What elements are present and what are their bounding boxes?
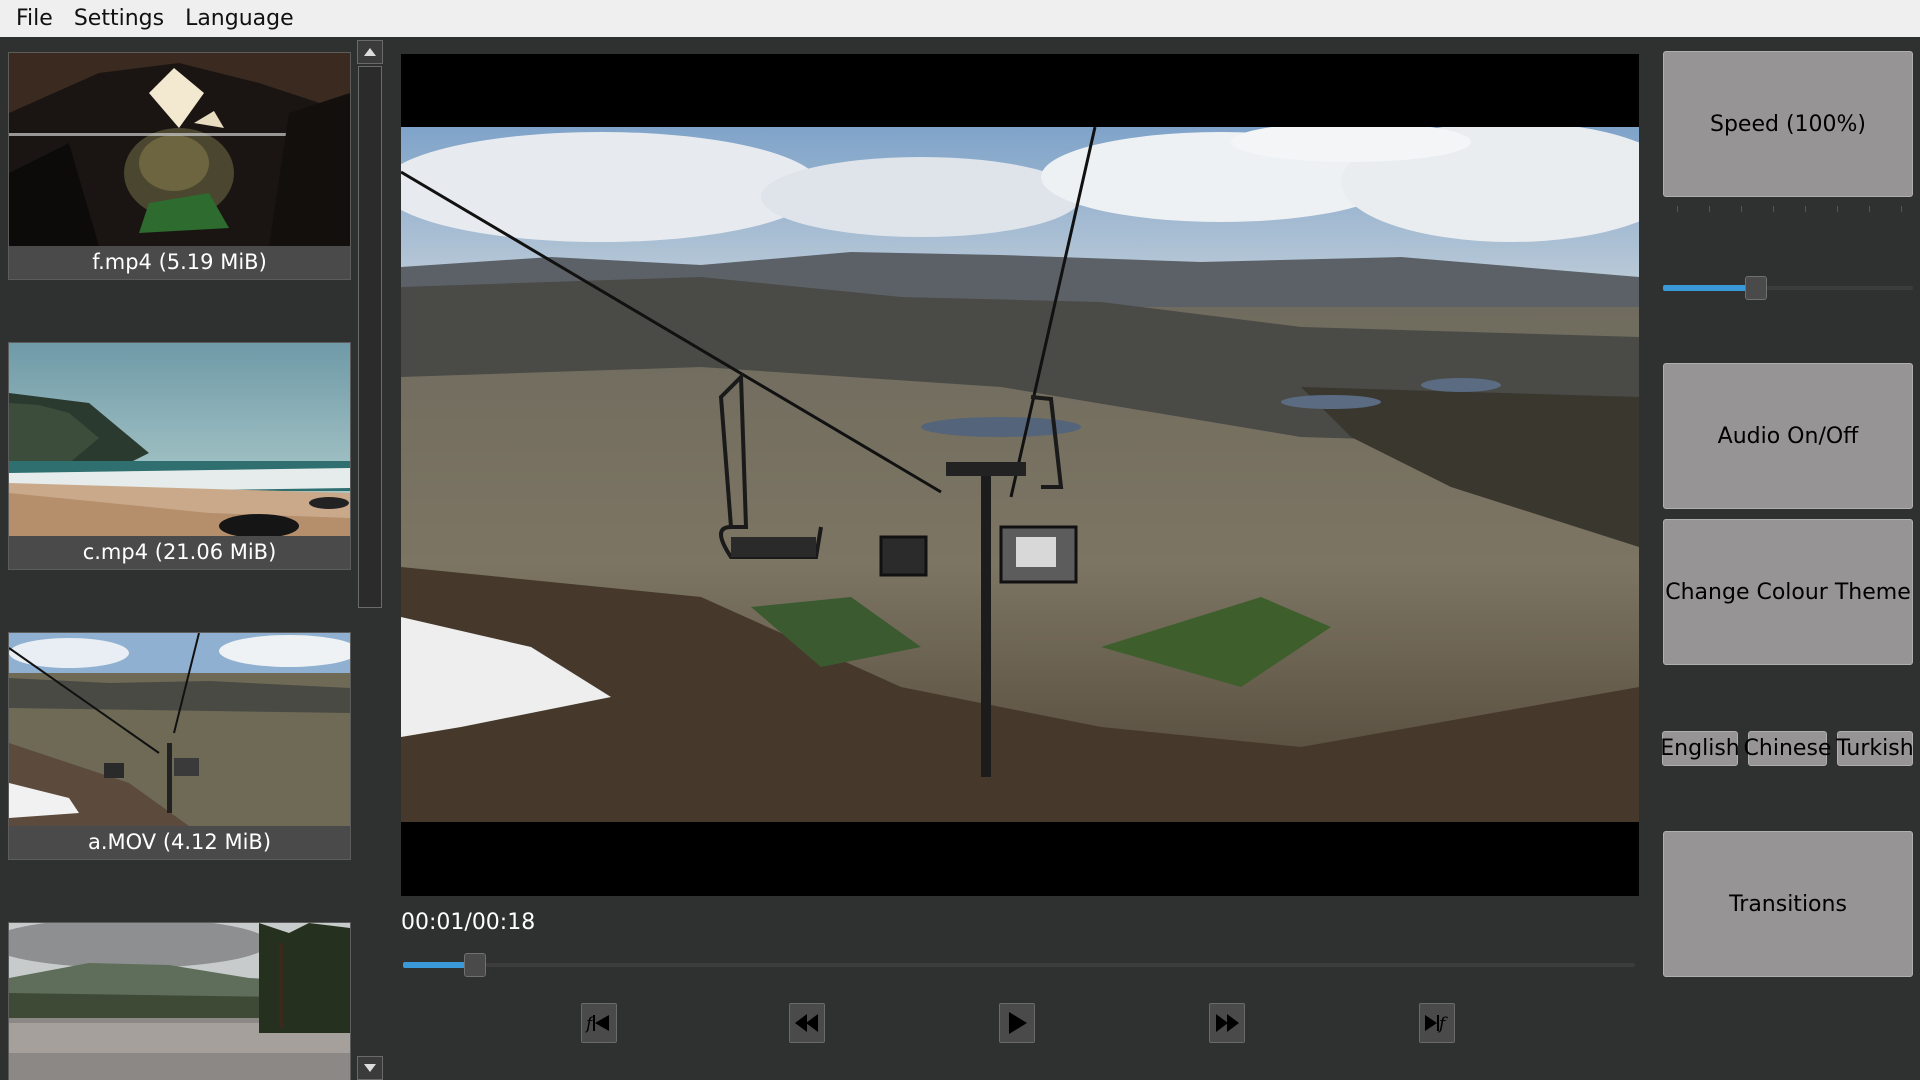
thumbnail-label: a.MOV (4.12 MiB) bbox=[87, 830, 272, 854]
speed-tick bbox=[1805, 206, 1806, 212]
speed-slider[interactable] bbox=[1663, 275, 1913, 301]
speed-tick bbox=[1677, 206, 1678, 212]
play-button[interactable] bbox=[999, 1003, 1035, 1043]
speed-tick bbox=[1869, 206, 1870, 212]
speed-tick bbox=[1741, 206, 1742, 212]
menu-file[interactable]: File bbox=[0, 6, 63, 31]
speed-tick bbox=[1901, 206, 1902, 212]
video-frame bbox=[401, 127, 1639, 822]
video-thumbnail-a[interactable]: a.MOV (4.12 MiB) bbox=[8, 632, 351, 860]
thumbnail-image bbox=[9, 343, 350, 536]
speed-level bbox=[1663, 285, 1757, 291]
play-icon bbox=[1009, 1012, 1027, 1034]
speed-ticks bbox=[1663, 206, 1913, 214]
playback-time: 00:01/00:18 bbox=[401, 910, 536, 935]
thumbnail-image bbox=[9, 53, 350, 246]
fast-forward-button[interactable] bbox=[1209, 1003, 1245, 1043]
scroll-down-button[interactable] bbox=[357, 1056, 383, 1080]
speed-handle[interactable] bbox=[1745, 276, 1768, 300]
menu-bar: File Settings Language bbox=[0, 0, 1920, 37]
transitions-button[interactable]: Transitions bbox=[1663, 831, 1913, 977]
fast-forward-icon bbox=[1216, 1014, 1239, 1032]
video-display[interactable] bbox=[401, 54, 1639, 896]
seek-handle[interactable] bbox=[463, 953, 486, 977]
video-thumbnail-f[interactable]: f.mp4 (5.19 MiB) bbox=[8, 52, 351, 280]
language-english-button[interactable]: English bbox=[1660, 731, 1740, 766]
scrollbar-handle[interactable] bbox=[358, 66, 382, 608]
seek-track bbox=[403, 963, 1635, 967]
video-thumbnail-c[interactable]: c.mp4 (21.06 MiB) bbox=[8, 342, 351, 570]
audio-toggle-button[interactable]: Audio On/Off bbox=[1663, 363, 1913, 509]
skip-to-end-icon: f bbox=[1425, 1014, 1448, 1034]
change-colour-theme-button[interactable]: Change Colour Theme bbox=[1663, 519, 1913, 665]
speed-button[interactable]: Speed (100%) bbox=[1663, 51, 1913, 197]
speed-tick bbox=[1837, 206, 1838, 212]
seek-slider[interactable] bbox=[401, 952, 1639, 978]
skip-to-start-button[interactable]: f bbox=[581, 1003, 617, 1043]
speed-tick bbox=[1773, 206, 1774, 212]
language-chinese-button[interactable]: Chinese bbox=[1744, 731, 1831, 766]
rewind-icon bbox=[795, 1014, 818, 1032]
chevron-down-icon bbox=[364, 1064, 376, 1072]
menu-settings[interactable]: Settings bbox=[63, 6, 174, 31]
menu-language[interactable]: Language bbox=[174, 6, 304, 31]
video-thumbnail-lake[interactable] bbox=[8, 922, 351, 1080]
thumbnail-image bbox=[9, 633, 350, 826]
rewind-button[interactable] bbox=[789, 1003, 825, 1043]
skip-to-start-icon: f bbox=[585, 1014, 609, 1034]
scroll-up-button[interactable] bbox=[357, 40, 383, 64]
svg-text:f: f bbox=[1437, 1014, 1448, 1034]
chevron-up-icon bbox=[364, 48, 376, 56]
language-turkish-button[interactable]: Turkish bbox=[1836, 731, 1914, 766]
thumbnail-image bbox=[9, 923, 350, 1080]
thumbnail-label: f.mp4 (5.19 MiB) bbox=[92, 250, 267, 274]
thumbnail-label: c.mp4 (21.06 MiB) bbox=[82, 540, 277, 564]
video-thumbnail-list: f.mp4 (5.19 MiB) c.mp4 (21.06 MiB) a.MOV… bbox=[8, 52, 351, 1080]
thumbnail-scrollbar[interactable] bbox=[357, 40, 383, 1080]
skip-to-end-button[interactable]: f bbox=[1419, 1003, 1455, 1043]
speed-tick bbox=[1709, 206, 1710, 212]
